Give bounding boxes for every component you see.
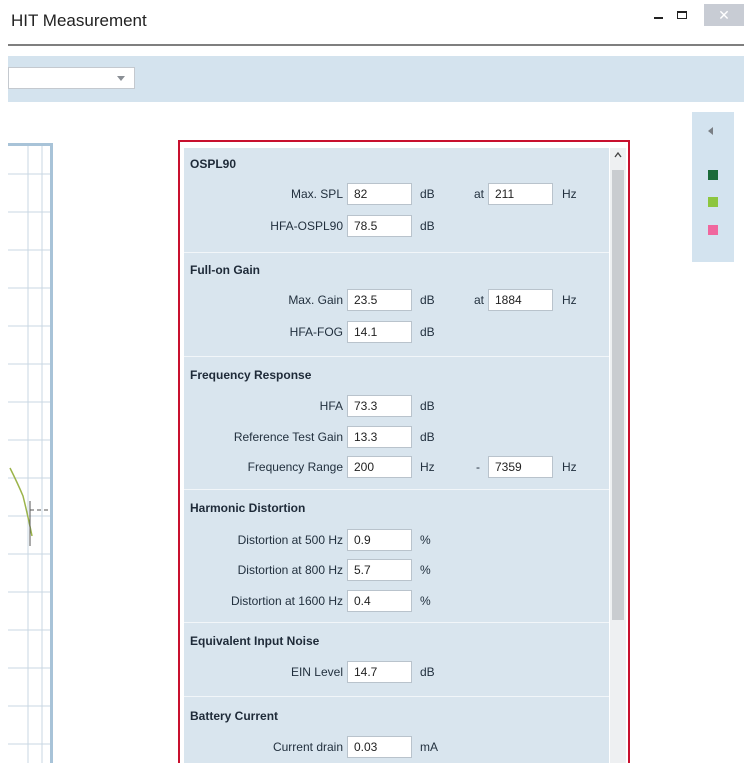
max-gain-freq-value[interactable]: 1884 <box>488 289 553 311</box>
distortion-500-value[interactable]: 0.9 <box>347 529 412 551</box>
close-icon: ✕ <box>718 6 730 23</box>
distortion-1600-value[interactable]: 0.4 <box>347 590 412 612</box>
frequency-range-high-value[interactable]: 7359 <box>488 456 553 478</box>
minimize-icon <box>653 17 663 19</box>
section-battery-current: Battery Current Current drain 0.03 mA <box>184 696 609 763</box>
max-spl-label: Max. SPL <box>290 187 343 201</box>
minimize-button[interactable] <box>648 4 668 26</box>
section-title-ospl90: OSPL90 <box>190 157 237 171</box>
distortion-800-value[interactable]: 5.7 <box>347 559 412 581</box>
frequency-range-low-unit: Hz <box>420 460 435 474</box>
view-select[interactable] <box>8 67 135 89</box>
results-scrollbar[interactable] <box>610 148 626 763</box>
ein-level-unit: dB <box>420 665 435 679</box>
section-title-full-on-gain: Full-on Gain <box>190 263 260 277</box>
distortion-500-label: Distortion at 500 Hz <box>237 533 343 547</box>
window-title: HIT Measurement <box>11 11 147 30</box>
max-gain-label: Max. Gain <box>288 293 343 307</box>
chevron-up-icon[interactable] <box>614 151 622 159</box>
collapse-left-icon[interactable] <box>708 127 713 135</box>
max-spl-freq-value[interactable]: 211 <box>488 183 553 205</box>
chart-grid <box>8 146 50 763</box>
legend-swatch-dark-green[interactable] <box>708 170 718 180</box>
legend-swatch-light-green[interactable] <box>708 197 718 207</box>
max-gain-freq-unit: Hz <box>562 293 577 307</box>
section-harmonic-distortion: Harmonic Distortion Distortion at 500 Hz… <box>184 489 609 622</box>
ein-level-label: EIN Level <box>290 665 343 679</box>
measurement-chart[interactable] <box>8 146 50 763</box>
hfa-fog-value[interactable]: 14.1 <box>347 321 412 343</box>
current-drain-value[interactable]: 0.03 <box>347 736 412 758</box>
section-ospl90: OSPL90 Max. SPL 82 dB at 211 Hz HFA-OSPL… <box>184 148 609 252</box>
reference-test-gain-unit: dB <box>420 430 435 444</box>
section-title-equivalent-input-noise: Equivalent Input Noise <box>190 634 320 648</box>
section-full-on-gain: Full-on Gain Max. Gain 23.5 dB at 1884 H… <box>184 252 609 356</box>
section-title-battery-current: Battery Current <box>190 709 279 723</box>
maximize-button[interactable] <box>672 4 692 26</box>
title-divider <box>8 44 744 46</box>
measurement-results-panel: OSPL90 Max. SPL 82 dB at 211 Hz HFA-OSPL… <box>178 140 630 763</box>
hfa-fog-unit: dB <box>420 325 435 339</box>
hfa-value[interactable]: 73.3 <box>347 395 412 417</box>
legend-swatch-pink[interactable] <box>708 225 718 235</box>
hfa-ospl90-value[interactable]: 78.5 <box>347 215 412 237</box>
results-scroll-area: OSPL90 Max. SPL 82 dB at 211 Hz HFA-OSPL… <box>184 148 609 763</box>
hfa-fog-label: HFA-FOG <box>289 325 343 339</box>
current-drain-unit: mA <box>420 740 438 754</box>
section-title-frequency-response: Frequency Response <box>190 368 312 382</box>
section-title-harmonic-distortion: Harmonic Distortion <box>190 501 306 515</box>
hfa-label: HFA <box>319 399 343 413</box>
frequency-range-dash: - <box>476 460 480 474</box>
scrollbar-thumb[interactable] <box>612 170 624 620</box>
reference-test-gain-value[interactable]: 13.3 <box>347 426 412 448</box>
section-equivalent-input-noise: Equivalent Input Noise EIN Level 14.7 dB <box>184 622 609 696</box>
section-frequency-response: Frequency Response HFA 73.3 dB Reference… <box>184 356 609 489</box>
max-gain-at-label: at <box>474 293 485 307</box>
max-spl-freq-unit: Hz <box>562 187 577 201</box>
maximize-icon <box>677 11 687 19</box>
distortion-500-unit: % <box>420 533 431 547</box>
max-spl-value[interactable]: 82 <box>347 183 412 205</box>
toolbar <box>8 56 744 102</box>
frequency-range-high-unit: Hz <box>562 460 577 474</box>
distortion-1600-unit: % <box>420 594 431 608</box>
max-spl-at-label: at <box>474 187 485 201</box>
legend-panel <box>692 112 734 262</box>
distortion-800-unit: % <box>420 563 431 577</box>
chevron-down-icon[interactable] <box>117 76 125 81</box>
hfa-ospl90-unit: dB <box>420 219 435 233</box>
title-bar: HIT Measurement ✕ <box>0 0 744 44</box>
hfa-ospl90-label: HFA-OSPL90 <box>270 219 343 233</box>
ein-level-value[interactable]: 14.7 <box>347 661 412 683</box>
distortion-800-label: Distortion at 800 Hz <box>237 563 343 577</box>
max-gain-unit: dB <box>420 293 435 307</box>
current-drain-label: Current drain <box>272 740 343 754</box>
close-button[interactable]: ✕ <box>704 4 744 26</box>
frequency-range-label: Frequency Range <box>247 460 343 474</box>
hfa-unit: dB <box>420 399 435 413</box>
distortion-1600-label: Distortion at 1600 Hz <box>230 594 343 608</box>
max-gain-value[interactable]: 23.5 <box>347 289 412 311</box>
frequency-range-low-value[interactable]: 200 <box>347 456 412 478</box>
max-spl-unit: dB <box>420 187 435 201</box>
reference-test-gain-label: Reference Test Gain <box>233 430 343 444</box>
